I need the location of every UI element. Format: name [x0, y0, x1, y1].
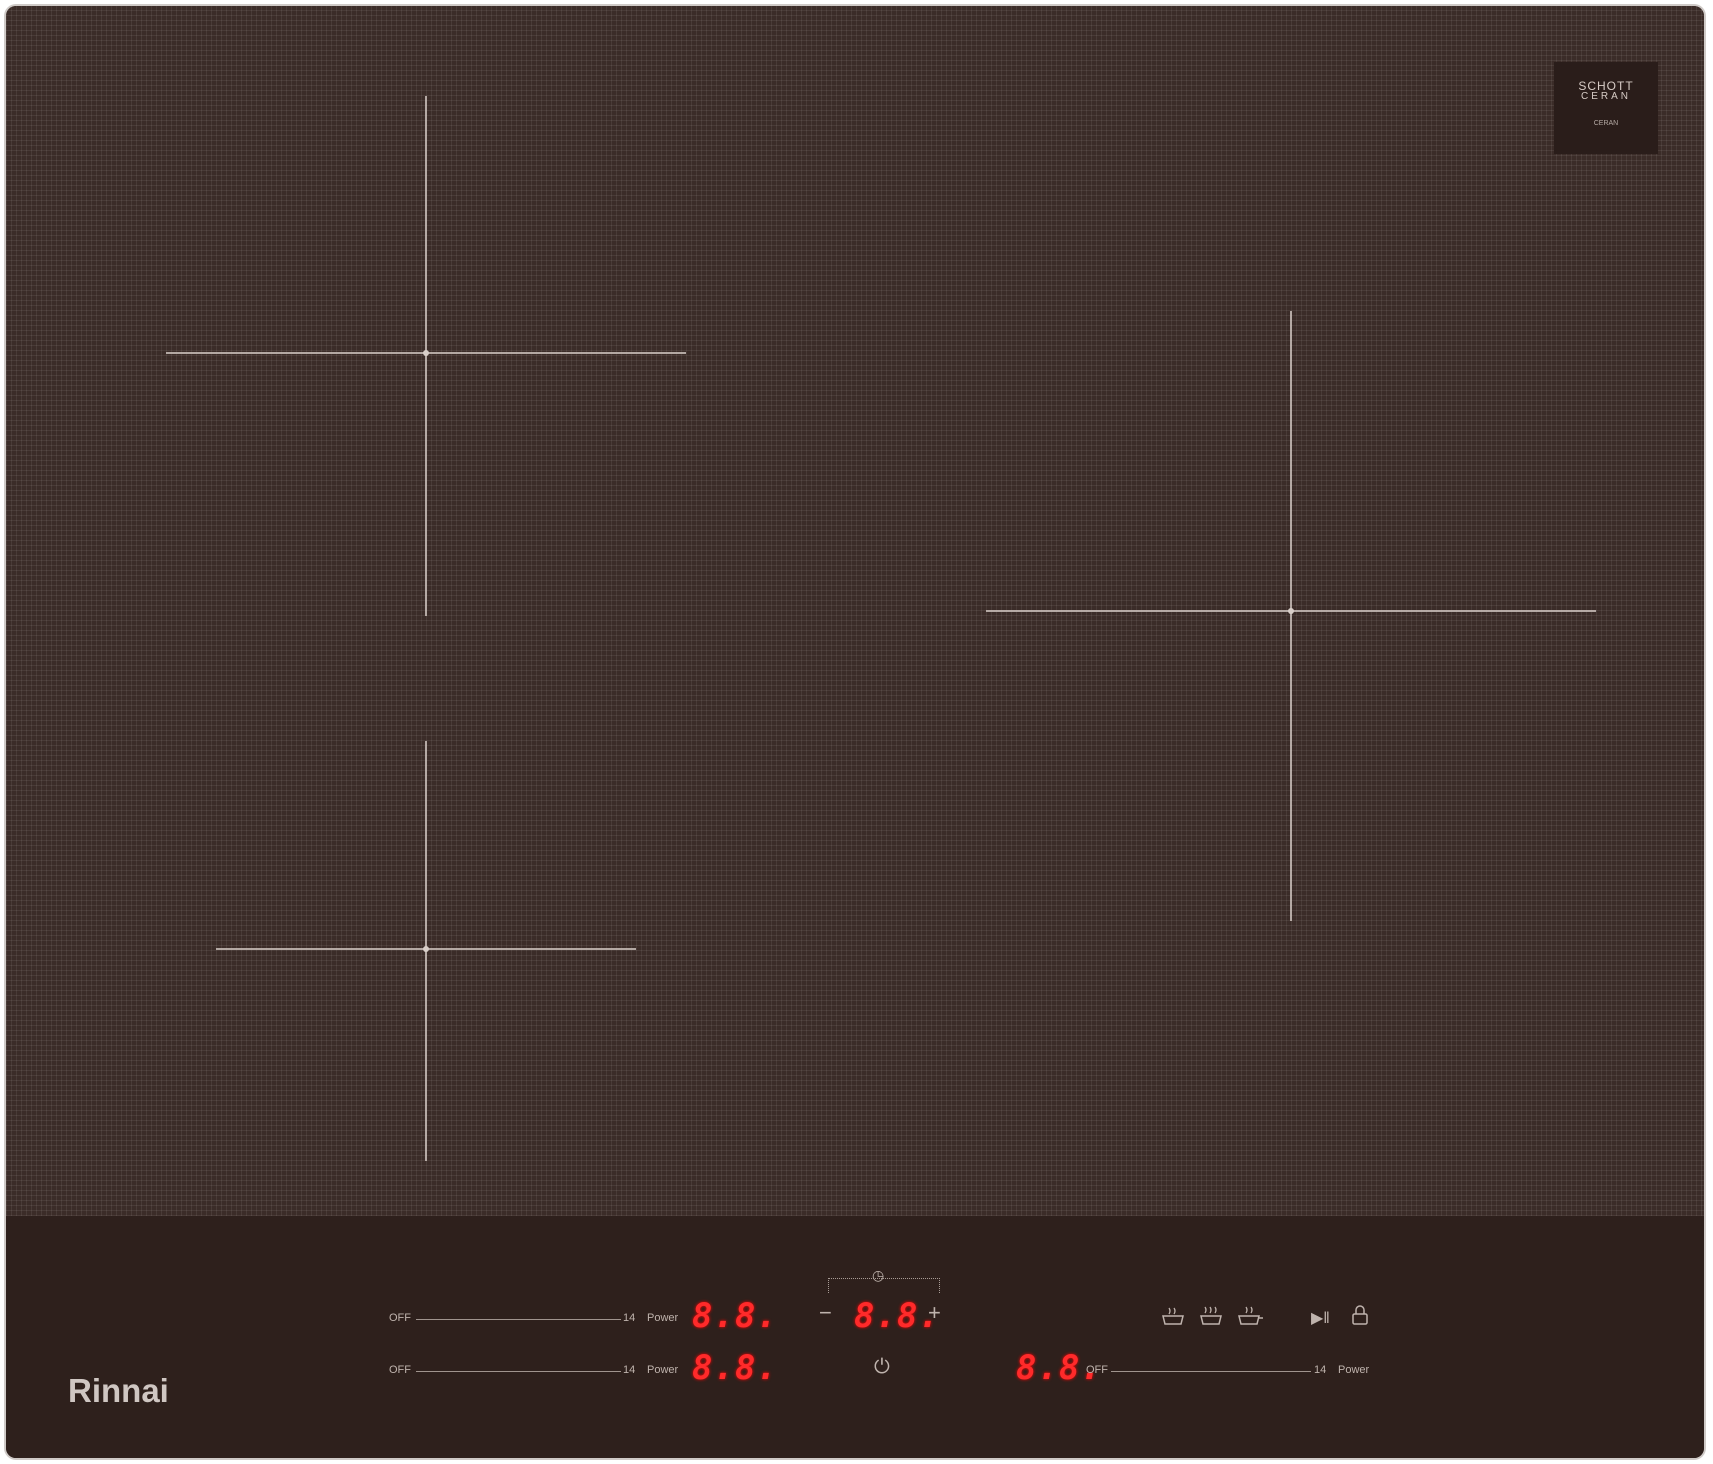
zone-center-front-left[interactable]	[423, 946, 429, 952]
zone-marker-right-vertical	[1290, 311, 1292, 921]
zone-marker-rear-left-vertical	[425, 96, 427, 616]
pause-icon[interactable]: ▶‖	[1311, 1308, 1330, 1328]
lock-icon[interactable]	[1350, 1304, 1370, 1326]
slider-rear-left-track[interactable]	[416, 1319, 621, 1320]
cooktop: SCHOTT CERAN CERAN OFF 14 Power 8.8. OFF…	[6, 6, 1704, 1458]
slider-right-track[interactable]	[1111, 1371, 1311, 1372]
power-button[interactable]: ⏻	[874, 1356, 890, 1379]
display-front-left: 8.8.	[692, 1348, 778, 1388]
badge-line-3: CERAN	[1593, 120, 1619, 127]
slider-right-power-label[interactable]: Power	[1338, 1364, 1369, 1376]
slider-front-left-track[interactable]	[416, 1371, 621, 1372]
glass-surface: SCHOTT CERAN CERAN	[6, 6, 1704, 1216]
schott-ceran-badge: SCHOTT CERAN CERAN	[1554, 62, 1658, 154]
boil-icon[interactable]	[1236, 1304, 1264, 1326]
slider-front-left-off-label[interactable]: OFF	[389, 1364, 411, 1376]
zone-center-rear-left[interactable]	[423, 350, 429, 356]
timer-plus-button[interactable]: +	[928, 1300, 941, 1326]
timer-icon[interactable]: ◷	[872, 1267, 884, 1284]
slider-rear-left-max-label: 14	[623, 1312, 636, 1324]
zone-center-right[interactable]	[1288, 608, 1294, 614]
display-timer: 8.8.	[854, 1296, 940, 1336]
slider-rear-left-power-label[interactable]: Power	[647, 1312, 678, 1324]
timer-minus-button[interactable]: −	[819, 1300, 832, 1326]
display-rear-left: 8.8.	[692, 1296, 778, 1336]
keep-warm-icon[interactable]	[1160, 1304, 1186, 1326]
rinnai-logo: Rinnai	[68, 1372, 169, 1409]
control-panel: OFF 14 Power 8.8. OFF 14 Power 8.8. ◷ − …	[6, 1216, 1704, 1458]
slider-right-off-label[interactable]: OFF	[1086, 1364, 1108, 1376]
slider-rear-left-off-label[interactable]: OFF	[389, 1312, 411, 1324]
badge-line-2: CERAN	[1580, 91, 1631, 102]
simmer-icon[interactable]	[1198, 1304, 1224, 1326]
slider-front-left-power-label[interactable]: Power	[647, 1364, 678, 1376]
slider-right-max-label: 14	[1314, 1364, 1327, 1376]
slider-front-left-max-label: 14	[623, 1364, 636, 1376]
